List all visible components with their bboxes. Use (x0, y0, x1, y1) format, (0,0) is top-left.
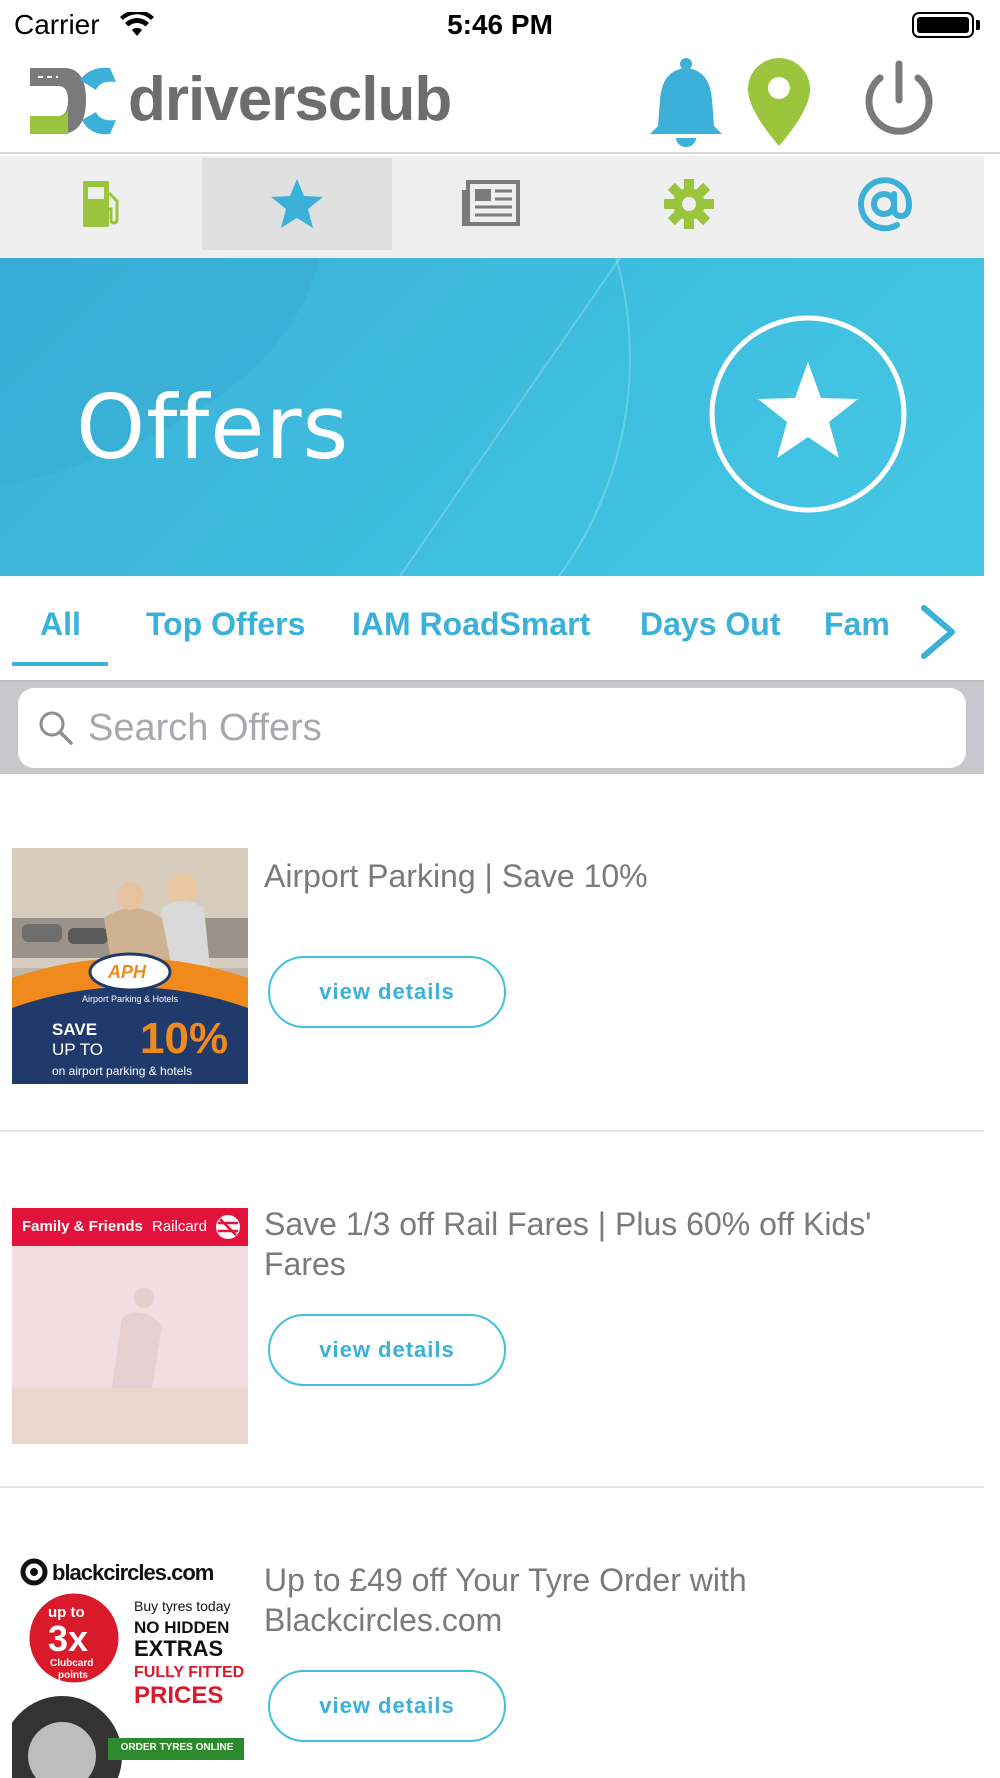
offer-item-airport-parking[interactable]: APH Airport Parking & Hotels SAVE UP TO … (0, 776, 984, 1132)
newspaper-icon (462, 180, 520, 226)
search-input[interactable] (88, 688, 948, 768)
view-details-button[interactable]: view details (268, 1670, 506, 1742)
search-icon (39, 711, 73, 745)
offer-title[interactable]: Save 1/3 off Rail Fares | Plus 60% off K… (264, 1204, 874, 1284)
nav-fuel[interactable] (6, 158, 196, 250)
status-bar: Carrier 5:46 PM (0, 0, 1000, 50)
tab-active-indicator (12, 662, 108, 666)
search-bar (0, 680, 984, 774)
bc-line4: FULLY FITTED (134, 1664, 245, 1681)
offer-image-aph[interactable]: APH Airport Parking & Hotels SAVE UP TO … (12, 848, 248, 1084)
app-logo-text: driversclub (128, 65, 452, 134)
offer-title[interactable]: Up to £49 off Your Tyre Order with Black… (264, 1560, 884, 1640)
chevron-right-icon[interactable] (916, 604, 962, 660)
bc-line1: Buy tyres today (134, 1598, 231, 1614)
power-logout-icon[interactable] (858, 56, 940, 148)
location-pin-icon[interactable] (746, 56, 812, 148)
bc-badge-sub1: Clubcard (50, 1658, 94, 1669)
at-sign-icon (858, 177, 913, 232)
app-header: driversclub (0, 50, 1000, 154)
view-details-button[interactable]: view details (268, 956, 506, 1028)
tabs-scroll-area: All Top Offers IAM RoadSmart Days Out Fa… (0, 576, 900, 680)
bc-line5: PRICES (134, 1682, 224, 1709)
battery-icon (912, 12, 974, 38)
fuel-pump-icon (83, 181, 119, 227)
bc-line3: EXTRAS (134, 1636, 224, 1661)
bc-badge-big: 3x (48, 1618, 89, 1659)
nav-settings[interactable] (594, 158, 784, 250)
main-nav-bar (0, 156, 984, 258)
star-icon (271, 179, 323, 228)
banner-title: Offers (76, 376, 350, 479)
status-time: 5:46 PM (447, 9, 553, 40)
nav-offers[interactable] (202, 158, 392, 250)
blackcircles-brand: blackcircles.com (52, 1560, 214, 1585)
nav-contact[interactable] (790, 158, 980, 250)
banner-star-icon (709, 315, 907, 513)
bc-line2: NO HIDDEN (134, 1618, 230, 1637)
battery-cap (976, 20, 980, 30)
aph-brand-sub: Airport Parking & Hotels (81, 994, 179, 1004)
offer-image-blackcircles[interactable]: blackcircles.com up to 3x Clubcard point… (12, 1556, 248, 1778)
notifications-bell-icon[interactable] (648, 56, 724, 148)
aph-footer: on airport parking & hotels (52, 1064, 193, 1078)
offer-image-railcard[interactable]: Family & Friends Railcard (12, 1208, 248, 1444)
driversclub-logo-icon[interactable] (24, 60, 120, 142)
nav-news[interactable] (396, 158, 586, 250)
railcard-header-b: Railcard (152, 1218, 208, 1235)
tab-iam-roadsmart[interactable]: IAM RoadSmart (352, 606, 590, 643)
category-tabs: All Top Offers IAM RoadSmart Days Out Fa… (0, 576, 984, 680)
view-details-button[interactable]: view details (268, 1314, 506, 1386)
offers-banner: Offers (0, 258, 984, 576)
search-box[interactable] (18, 688, 966, 768)
aph-percent: 10% (140, 1014, 229, 1063)
gear-icon (664, 179, 714, 229)
offer-item-railcard[interactable]: Family & Friends Railcard Save 1/3 off R… (0, 1132, 984, 1488)
bc-cta: ORDER TYRES ONLINE (120, 1742, 234, 1753)
tab-all[interactable]: All (40, 606, 81, 643)
tab-top-offers[interactable]: Top Offers (146, 606, 305, 643)
aph-save: SAVE (52, 1020, 98, 1039)
railcard-header-a: Family & Friends (22, 1218, 143, 1235)
aph-brand: APH (108, 962, 147, 982)
tab-family[interactable]: Fam (824, 606, 890, 643)
bc-badge-sub2: points (58, 1670, 88, 1681)
aph-upto: UP TO (52, 1040, 104, 1059)
offer-title[interactable]: Airport Parking | Save 10% (264, 856, 884, 896)
offer-item-blackcircles[interactable]: blackcircles.com up to 3x Clubcard point… (0, 1488, 984, 1778)
tab-days-out[interactable]: Days Out (640, 606, 780, 643)
